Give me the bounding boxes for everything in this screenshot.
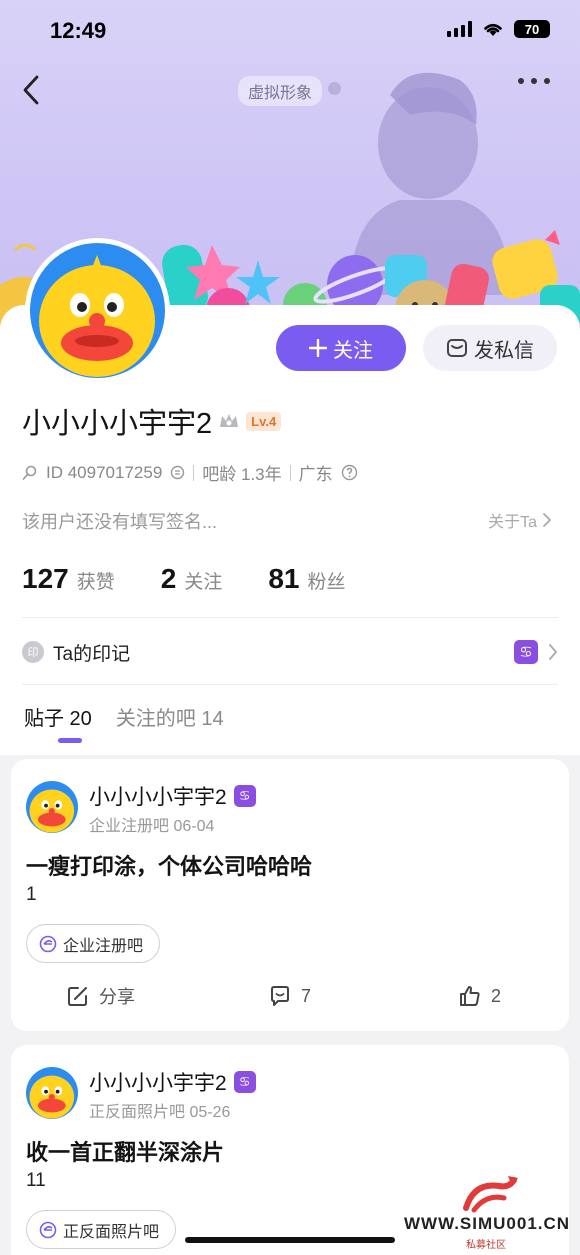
watermark-logo-icon xyxy=(463,1176,518,1213)
virtual-avatar-tag[interactable]: 虚拟形象 xyxy=(238,76,323,106)
post-author-name[interactable]: 小小小小宇宇2 xyxy=(89,1067,227,1097)
forum-chip[interactable]: 企业注册吧 xyxy=(26,924,161,963)
about-ta-link[interactable]: 关于Ta xyxy=(488,508,552,532)
home-indicator[interactable] xyxy=(185,1237,395,1243)
stat-label: 粉丝 xyxy=(307,572,346,593)
imprint-icon: 印 xyxy=(22,641,44,663)
post-author-name[interactable]: 小小小小宇宇2 xyxy=(89,781,227,811)
tab-posts[interactable]: 贴子 20 xyxy=(24,702,92,731)
stats-row: 127 获赞 2 关注 81 粉丝 xyxy=(22,563,346,595)
stat-label: 关注 xyxy=(184,572,223,593)
forum-chip[interactable]: 正反面照片吧 xyxy=(26,1210,177,1249)
about-ta-label: 关于Ta xyxy=(488,514,537,531)
meta-row: ID 4097017259 吧龄 1.3年 广东 xyxy=(22,460,358,485)
search-user-icon xyxy=(22,465,37,480)
divider xyxy=(22,617,558,618)
meta-divider xyxy=(289,464,291,481)
wifi-icon xyxy=(484,23,502,36)
zodiac-cancer-icon: ♋ xyxy=(514,640,538,664)
chevron-right-icon xyxy=(549,644,558,660)
chevron-right-icon xyxy=(543,513,552,527)
plus-icon xyxy=(309,339,327,357)
tab-indicator xyxy=(58,738,82,743)
copy-icon[interactable] xyxy=(170,465,185,480)
stat-following[interactable]: 2 关注 xyxy=(161,563,223,595)
stat-number: 2 xyxy=(160,563,177,594)
post-actions: 分享 7 2 xyxy=(11,981,569,1011)
divider xyxy=(22,684,558,685)
back-button[interactable] xyxy=(22,70,52,110)
zodiac-cancer-icon: ♋ xyxy=(233,1071,256,1093)
forum-icon xyxy=(39,935,57,952)
post-author-row: 小小小小宇宇2 ♋ xyxy=(89,1067,256,1097)
stat-label: 获赞 xyxy=(76,572,115,593)
imprint-label: Ta的印记 xyxy=(53,643,131,665)
stat-fans[interactable]: 81 粉丝 xyxy=(268,563,345,595)
post-body: 1 xyxy=(26,884,37,905)
more-options-button[interactable] xyxy=(518,78,550,84)
help-icon[interactable] xyxy=(341,464,358,481)
follow-button[interactable]: 关注 xyxy=(276,325,406,371)
imprint-row[interactable]: 印 Ta的印记 ♋ xyxy=(22,637,558,667)
post-forum-date: 正反面照片吧 05-26 xyxy=(89,1104,231,1121)
username-row: 小小小小宇宇2 Lv.4 xyxy=(22,400,282,442)
stat-number: 81 xyxy=(268,563,300,594)
mail-icon xyxy=(447,339,467,357)
avatar-character-icon xyxy=(26,781,78,833)
signature: 该用户还没有填写签名... xyxy=(22,512,218,532)
thumbs-up-icon xyxy=(460,986,480,1006)
forum-icon xyxy=(39,1221,57,1238)
watermark-text: WWW.SIMU001.CN xyxy=(404,1214,571,1233)
level-badge: Lv.4 xyxy=(246,411,282,431)
status-icons: 70 xyxy=(447,20,550,38)
meta-divider xyxy=(193,464,195,481)
post-title[interactable]: 收一首正翻半深涂片 xyxy=(26,1135,224,1167)
location: 广东 xyxy=(298,465,333,484)
post-card[interactable]: 小小小小宇宇2 ♋ 企业注册吧 06-04 一瘦打印涂，个体公司哈哈哈 1 企业… xyxy=(11,759,569,1031)
share-button[interactable]: 分享 xyxy=(66,983,135,1009)
forum-chip-label: 正反面照片吧 xyxy=(63,1223,160,1241)
post-author-avatar[interactable] xyxy=(26,781,78,833)
chevron-left-icon xyxy=(23,75,39,105)
zodiac-cancer-icon: ♋ xyxy=(233,785,256,807)
post-body: 11 xyxy=(26,1170,46,1191)
username: 小小小小宇宇2 xyxy=(22,408,213,440)
signal-icon xyxy=(447,21,472,37)
content-tabs: 贴子 20 关注的吧 14 xyxy=(24,702,224,731)
stat-likes[interactable]: 127 获赞 xyxy=(22,563,115,595)
stat-number: 127 xyxy=(22,563,69,594)
tab-followed-forums[interactable]: 关注的吧 14 xyxy=(116,702,224,731)
watermark: WWW.SIMU001.CN 私募社区 xyxy=(404,1172,574,1252)
status-time: 12:49 xyxy=(50,18,107,43)
share-label: 分享 xyxy=(99,987,135,1007)
post-author-row: 小小小小宇宇2 ♋ xyxy=(89,781,256,811)
send-message-label: 发私信 xyxy=(474,339,534,362)
crown-icon xyxy=(220,414,239,427)
comment-icon xyxy=(271,986,289,1006)
share-icon xyxy=(68,987,87,1006)
post-title[interactable]: 一瘦打印涂，个体公司哈哈哈 xyxy=(26,849,312,881)
follow-button-label: 关注 xyxy=(333,339,373,362)
post-forum-date: 企业注册吧 06-04 xyxy=(89,818,215,835)
forum-age: 吧龄 1.3年 xyxy=(202,465,282,484)
user-id: ID 4097017259 xyxy=(46,462,163,482)
battery-icon: 70 xyxy=(514,20,550,38)
comment-count: 7 xyxy=(301,985,312,1006)
watermark-subtext: 私募社区 xyxy=(466,1240,506,1251)
like-button[interactable]: 2 xyxy=(458,984,501,1008)
user-avatar[interactable] xyxy=(25,238,170,383)
send-message-button[interactable]: 发私信 xyxy=(423,325,557,371)
status-bar: 12:49 70 xyxy=(0,0,580,60)
avatar-character-icon xyxy=(26,1067,78,1119)
avatar-character-icon xyxy=(30,243,165,378)
comment-button[interactable]: 7 xyxy=(268,984,311,1008)
post-author-avatar[interactable] xyxy=(26,1067,78,1119)
forum-chip-label: 企业注册吧 xyxy=(63,937,144,955)
like-count: 2 xyxy=(491,985,502,1006)
